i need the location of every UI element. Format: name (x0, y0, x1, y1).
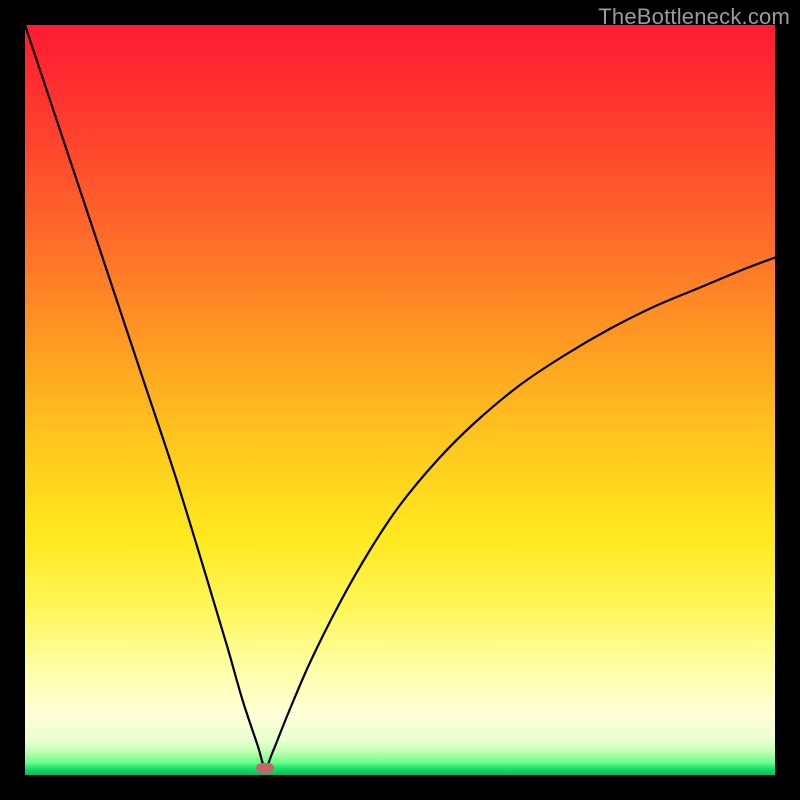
bottleneck-curve (25, 25, 775, 775)
watermark-text: TheBottleneck.com (598, 4, 790, 30)
chart-frame (25, 25, 775, 775)
minimum-marker (256, 763, 274, 773)
curve-path (25, 25, 775, 768)
